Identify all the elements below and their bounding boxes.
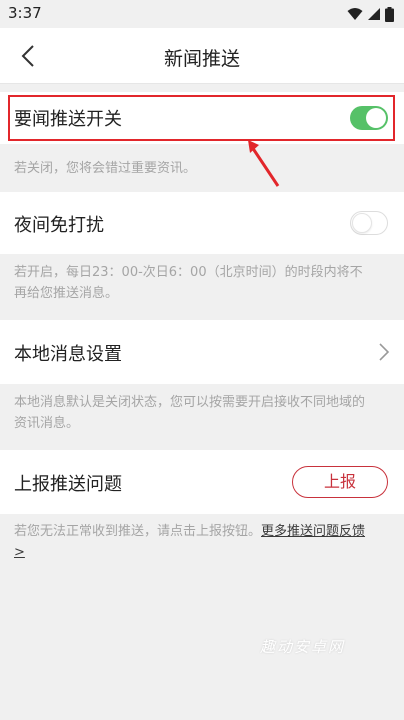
report-desc-text: 若您无法正常收到推送，请点击上报按钮。 (14, 524, 262, 539)
setting-row-report: 上报推送问题 上报 (0, 450, 404, 514)
chevron-right-icon (379, 343, 390, 361)
more-feedback-arrow[interactable]: > (14, 545, 25, 560)
news-push-desc: 若关闭，您将会错过重要资讯。 (14, 161, 197, 176)
signal-icon (368, 8, 380, 20)
status-time: 3:37 (8, 4, 42, 22)
local-msg-desc-line1: 本地消息默认是关闭状态，您可以按需要开启接收不同地域的 (14, 395, 366, 410)
local-msg-label: 本地消息设置 (14, 344, 122, 365)
night-mode-toggle[interactable] (350, 211, 388, 235)
page-title: 新闻推送 (163, 48, 240, 70)
status-bar: 3:37 (0, 0, 404, 28)
watermark: 趣动安卓网 (260, 638, 346, 656)
nav-bar: 新闻推送 (0, 28, 404, 84)
report-label: 上报推送问题 (14, 474, 122, 495)
night-mode-desc: 若开启，每日23：00-次日6：00（北京时间）的时段内将不 再给您推送消息。 (14, 262, 390, 304)
setting-row-night-mode: 夜间免打扰 (0, 192, 404, 254)
highlight-box (8, 95, 395, 141)
setting-row-local-msg[interactable]: 本地消息设置 (0, 320, 404, 384)
wifi-icon (347, 8, 363, 20)
report-button[interactable]: 上报 (292, 466, 388, 498)
local-msg-desc: 本地消息默认是关闭状态，您可以按需要开启接收不同地域的 资讯消息。 (14, 392, 390, 434)
report-desc: 若您无法正常收到推送，请点击上报按钮。更多推送问题反馈 > (14, 521, 390, 563)
status-icons (347, 6, 394, 22)
more-feedback-link[interactable]: 更多推送问题反馈 (261, 524, 365, 539)
toggle-knob (352, 213, 372, 233)
local-msg-desc-line2: 资讯消息。 (14, 416, 80, 431)
night-mode-desc-line1: 若开启，每日23：00-次日6：00（北京时间）的时段内将不 (14, 265, 363, 280)
night-mode-label: 夜间免打扰 (14, 215, 104, 236)
night-mode-desc-line2: 再给您推送消息。 (14, 286, 119, 301)
battery-icon (385, 6, 394, 22)
